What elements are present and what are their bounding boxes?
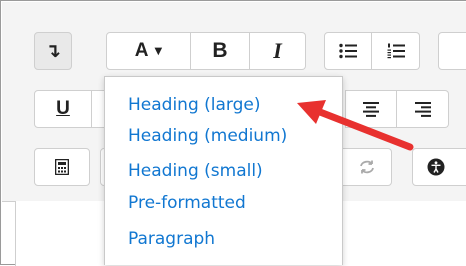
accessibility-button[interactable]: [412, 148, 466, 186]
unordered-list-button[interactable]: [324, 32, 372, 70]
menu-item-heading-small[interactable]: Heading (small): [128, 161, 263, 181]
calculator-icon: [55, 159, 69, 175]
collapse-toolbar-icon: ↴: [45, 39, 61, 62]
menu-item-heading-large[interactable]: Heading (large): [128, 95, 261, 115]
italic-button[interactable]: I: [250, 32, 306, 70]
paragraph-styles-button[interactable]: A ▼: [106, 32, 191, 70]
italic-label: I: [273, 38, 282, 63]
bold-label: B: [212, 39, 228, 62]
paragraph-styles-dropdown: Heading (large) Heading (medium) Heading…: [104, 76, 343, 265]
align-right-icon: [414, 101, 431, 117]
chevron-down-icon: ▼: [154, 45, 163, 57]
underline-label: U: [56, 98, 70, 119]
redo-icon: [360, 160, 374, 174]
underline-button[interactable]: U: [34, 90, 92, 128]
align-center-icon: [363, 101, 379, 117]
align-right-button[interactable]: [397, 90, 449, 128]
redo-button[interactable]: [342, 148, 392, 186]
accessibility-icon: [427, 158, 445, 176]
align-center-button[interactable]: [345, 90, 397, 128]
menu-item-pre-formatted[interactable]: Pre-formatted: [128, 193, 246, 213]
bold-button[interactable]: B: [191, 32, 250, 70]
ordered-list-icon: [387, 43, 405, 59]
toolbar-next-button[interactable]: [438, 32, 466, 70]
ordered-list-button[interactable]: [372, 32, 420, 70]
menu-item-heading-medium[interactable]: Heading (medium): [128, 126, 287, 146]
collapse-toolbar-button[interactable]: ↴: [34, 32, 72, 70]
calculator-button[interactable]: [34, 148, 90, 186]
menu-item-paragraph[interactable]: Paragraph: [128, 229, 215, 249]
unordered-list-icon: [339, 43, 357, 59]
paragraph-styles-label: A: [134, 40, 149, 61]
